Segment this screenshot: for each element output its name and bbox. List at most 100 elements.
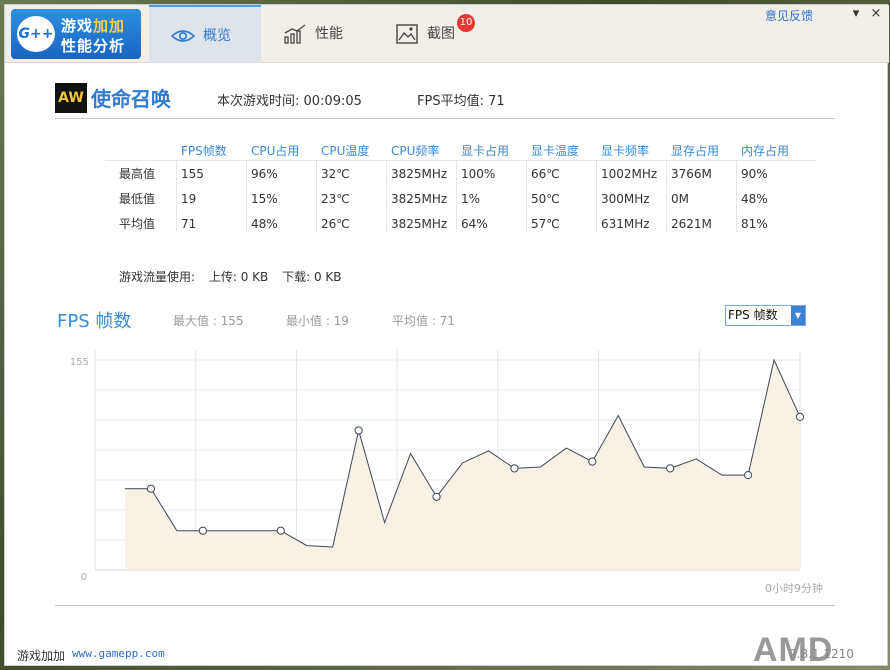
version-label: 2.8.1.1210 (789, 647, 854, 661)
stats-cell: 64% (461, 217, 488, 231)
stats-row-label: 最高值 (119, 167, 156, 181)
stats-cell: 96% (251, 167, 278, 181)
stats-column-divider (386, 161, 387, 233)
footer-brand: 游戏加加 (17, 649, 66, 663)
stats-column-divider (526, 161, 527, 233)
feedback-link[interactable]: 意见反馈 (765, 7, 813, 24)
fps-data-point (588, 457, 597, 466)
fps-data-point (198, 526, 207, 535)
tab-overview[interactable]: 概览 (149, 5, 261, 63)
stats-cell: 1002MHz (601, 167, 658, 181)
bar-chart-icon (284, 24, 306, 44)
tab-performance[interactable]: 性能 (261, 5, 373, 63)
stats-cell: 3825MHz (391, 217, 448, 231)
stats-column-divider (316, 161, 317, 233)
stats-header-row: FPS帧数 CPU占用 CPU温度 CPU频率 显卡占用 显卡温度 显卡频率 显存占用 内存占用 (105, 141, 817, 161)
stats-column-header: CPU频率 (391, 144, 440, 158)
stats-cell: 81% (741, 217, 768, 231)
stats-column-divider (736, 161, 737, 233)
table-row: 最高值 155 96% 32℃ 3825MHz 100% 66℃ 1002MHz 3766M 90… (105, 161, 817, 186)
stats-cell: 0M (671, 192, 689, 206)
metric-select[interactable]: FPS 帧数 ▼ (725, 305, 806, 326)
stats-column-divider (666, 161, 667, 233)
stats-cell: 631MHz (601, 217, 650, 231)
fps-area (125, 360, 800, 570)
close-button[interactable]: × (868, 6, 884, 22)
stats-cell: 66℃ (531, 167, 560, 181)
logo-title: 游戏加加 (61, 17, 126, 35)
stats-cell: 23℃ (321, 192, 350, 206)
tab-overview-label: 概览 (203, 28, 231, 44)
picture-icon (396, 24, 418, 44)
chevron-down-icon[interactable]: ▼ (791, 306, 805, 325)
fps-data-point (666, 464, 675, 473)
stats-cell: 26℃ (321, 217, 350, 231)
fps-data-point (743, 471, 753, 480)
fps-data-point (510, 464, 519, 473)
stats-column-header: 显卡温度 (531, 144, 580, 158)
fps-data-point (276, 526, 285, 535)
stats-cell: 57℃ (531, 217, 560, 231)
fps-avg-mini: 平均值 : 71 (392, 314, 455, 328)
title-bar: G++ 游戏加加 性能分析 概览 性能 截图 10 意见反馈 ▾ × (5, 5, 889, 63)
stats-column-divider (176, 161, 177, 233)
fps-max: 最大值 : 155 (173, 314, 244, 328)
stats-cell: 32℃ (321, 167, 350, 181)
fps-panel-title: FPS 帧数 (57, 311, 132, 332)
eye-icon (171, 30, 195, 42)
stats-column-header: 内存占用 (741, 144, 790, 158)
stats-table: FPS帧数 CPU占用 CPU温度 CPU频率 显卡占用 显卡温度 显卡频率 显存占用 内存占用… (105, 141, 817, 236)
screenshot-count-badge: 10 (457, 14, 475, 32)
y-tick-label: 155 (70, 357, 89, 368)
game-title: 使命召唤 (91, 87, 171, 111)
stats-cell: 1% (461, 192, 481, 206)
table-row: 最低值 19 15% 23℃ 3825MHz 1% 50℃ 300MHz 0M 48% (105, 186, 817, 211)
stats-cell: 155 (181, 167, 204, 181)
stats-cell: 48% (741, 192, 768, 206)
stats-column-divider (246, 161, 247, 233)
stats-cell: 2621M (671, 217, 712, 231)
stats-cell: 48% (251, 217, 278, 231)
stats-column-divider (456, 161, 457, 233)
play-time: 本次游戏时间: 00:09:05 (217, 94, 362, 109)
divider (55, 118, 835, 119)
divider (55, 605, 835, 606)
metric-select-value: FPS 帧数 (728, 308, 778, 322)
fps-data-point (146, 484, 156, 493)
fps-data-point (432, 492, 441, 501)
stats-cell: 100% (461, 167, 496, 181)
traffic-label: 游戏流量使用: (119, 270, 196, 284)
fps-chart-svg: 155 0 0小时9分钟 (70, 350, 823, 595)
stats-column-header: FPS帧数 (181, 144, 227, 158)
stats-column-header: CPU温度 (321, 144, 370, 158)
stats-cell: 3825MHz (391, 192, 448, 206)
fps-data-point (354, 426, 363, 435)
tab-screenshot-label: 截图 (427, 26, 455, 42)
traffic-download: 下载: 0 KB (282, 270, 342, 284)
app-logo: G++ 游戏加加 性能分析 (11, 9, 141, 59)
traffic-upload: 上传: 0 KB (208, 270, 269, 284)
stats-cell: 300MHz (601, 192, 650, 206)
x-end-label: 0小时9分钟 (765, 581, 823, 595)
stats-cell: 50℃ (531, 192, 560, 206)
game-icon: AW (55, 83, 87, 113)
logo-subtitle: 性能分析 (61, 37, 126, 55)
stats-column-header: 显存占用 (671, 144, 720, 158)
traffic-usage: 游戏流量使用: 上传: 0 KB 下载: 0 KB (119, 268, 352, 285)
y-tick-label: 0 (81, 572, 87, 583)
footer-url-link[interactable]: www.gamepp.com (72, 647, 165, 660)
fps-average: FPS平均值: 71 (417, 94, 505, 109)
stats-column-header: 显卡占用 (461, 144, 510, 158)
table-row: 平均值 71 48% 26℃ 3825MHz 64% 57℃ 631MHz 2621M 81% (105, 211, 817, 236)
stats-cell: 3766M (671, 167, 712, 181)
stats-cell: 71 (181, 217, 197, 231)
stats-cell: 19 (181, 192, 197, 206)
fps-min: 最小值 : 19 (286, 314, 349, 328)
stats-column-header: CPU占用 (251, 144, 300, 158)
stats-column-header: 显卡频率 (601, 144, 650, 158)
tab-performance-label: 性能 (315, 26, 343, 42)
app-window: G++ 游戏加加 性能分析 概览 性能 截图 10 意见反馈 ▾ × AW 使命… (4, 4, 889, 669)
minimize-button[interactable]: ▾ (848, 6, 864, 22)
fps-data-point (795, 412, 805, 422)
gpp-logo-icon: G++ (17, 16, 55, 52)
